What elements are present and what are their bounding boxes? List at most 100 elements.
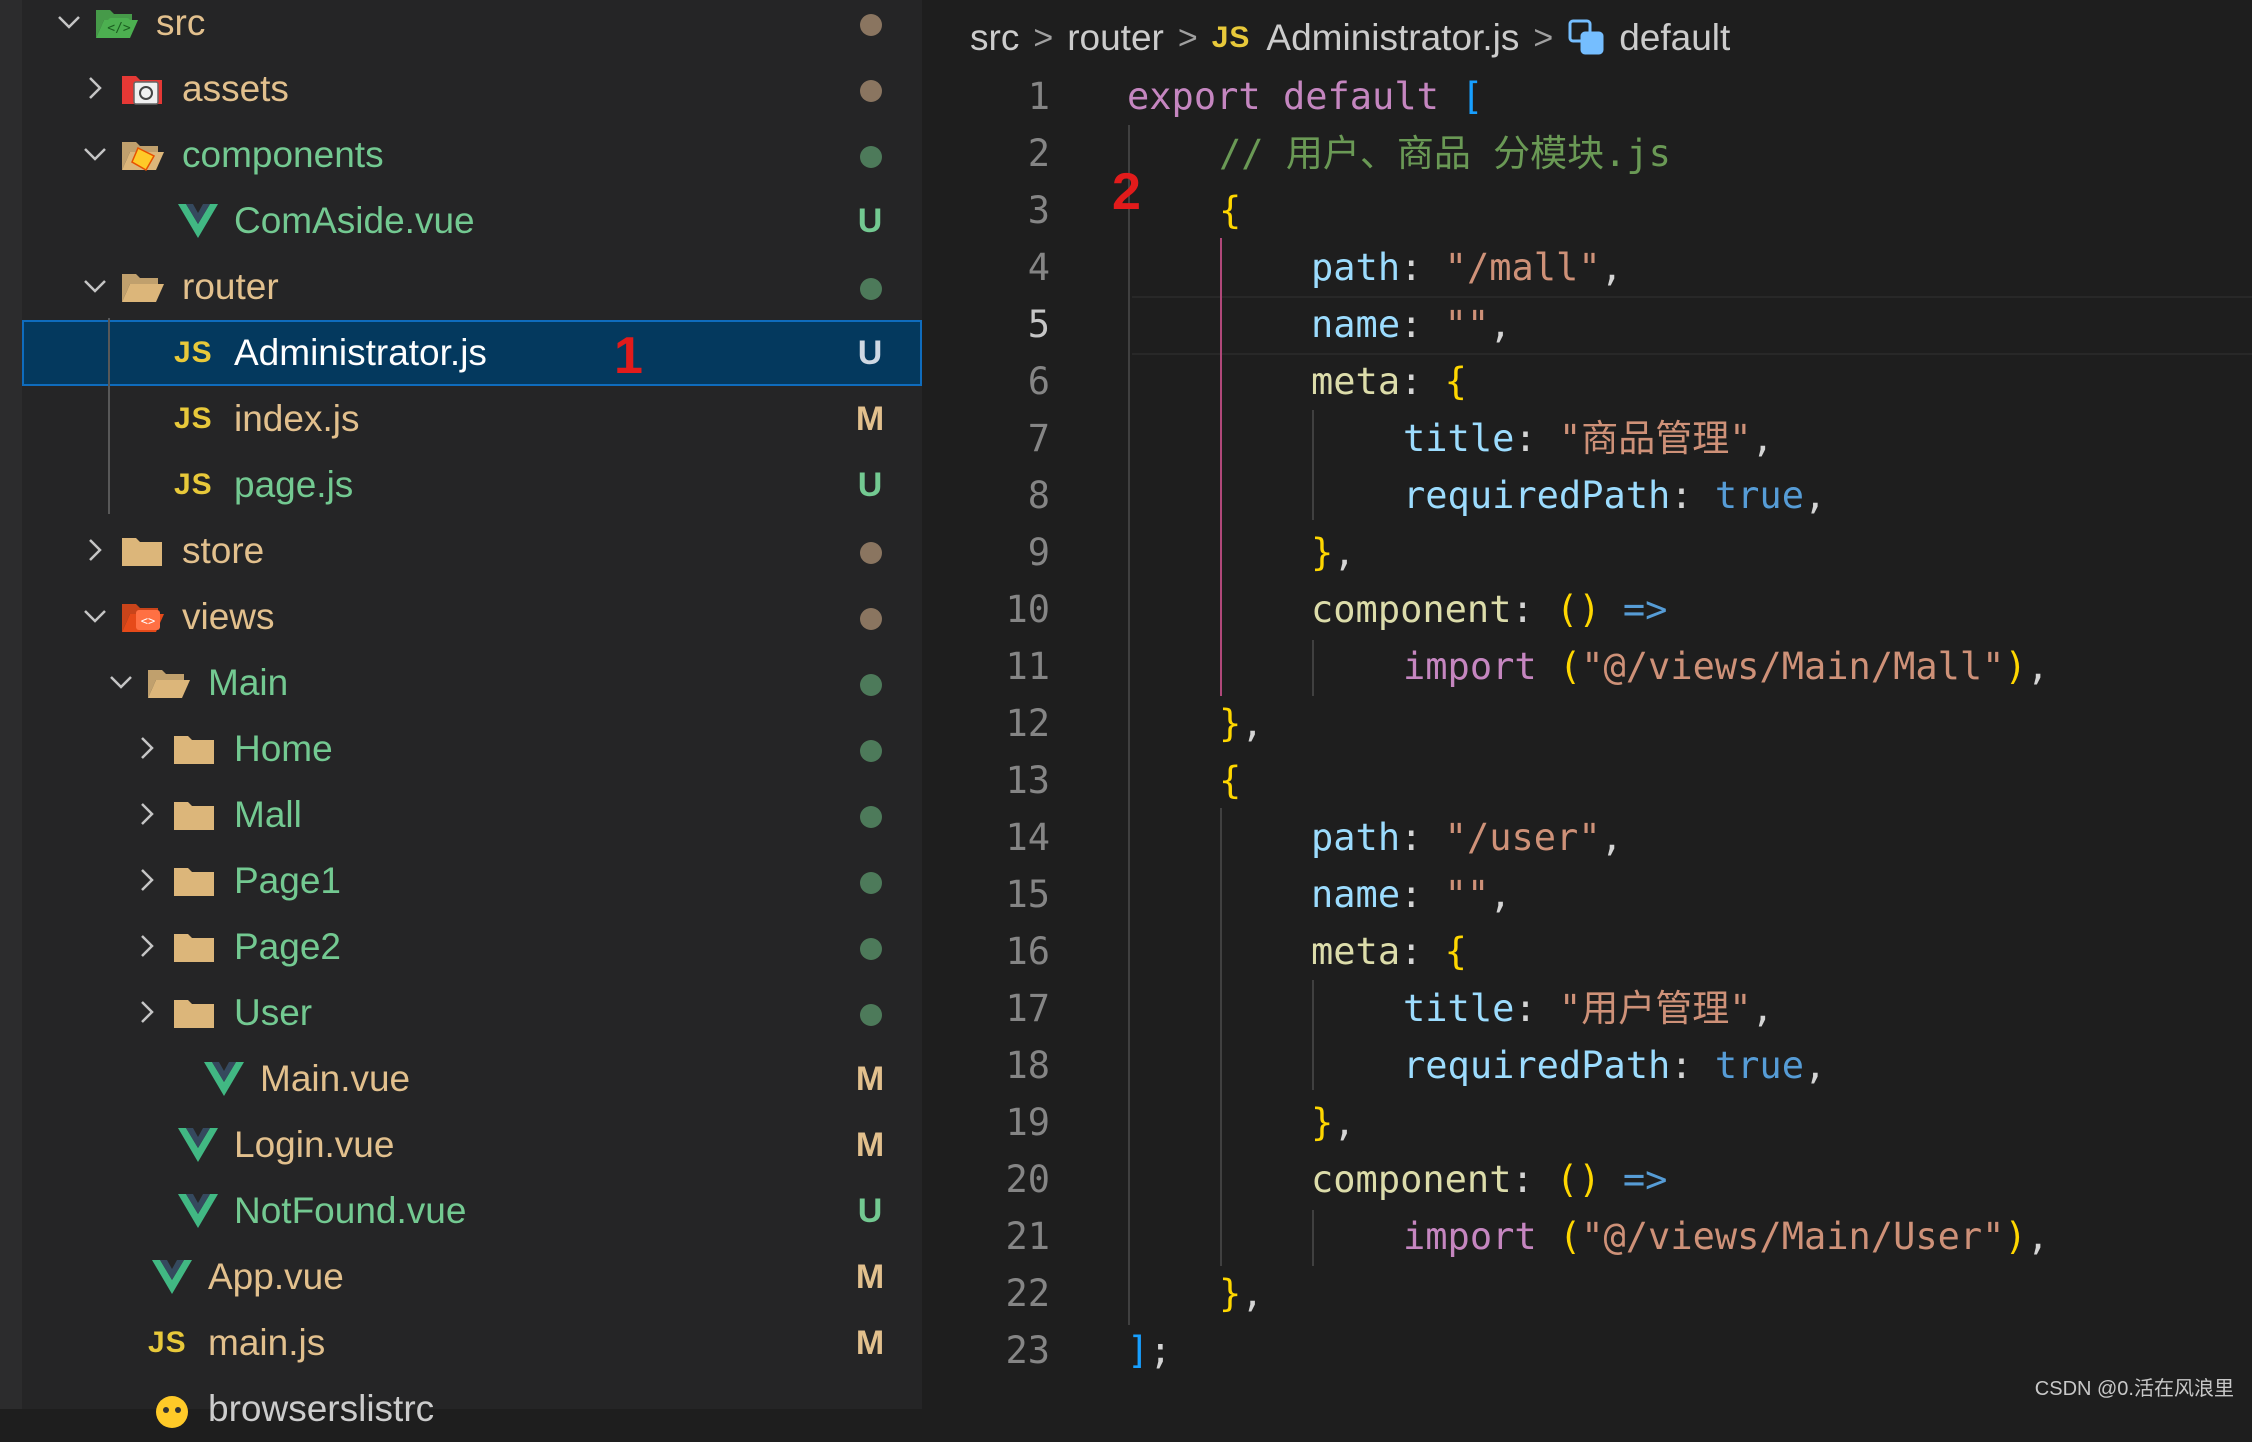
code-text: component: () =>: [1311, 588, 1668, 631]
tree-item-home[interactable]: Home: [22, 716, 922, 782]
code-line-18[interactable]: 18 requiredPath: true,: [922, 1037, 2252, 1094]
line-number: 17: [1005, 987, 1050, 1030]
git-status-badge: U: [857, 466, 883, 504]
tree-item-main-vue[interactable]: Main.vue M: [22, 1046, 922, 1112]
chevron-down-icon[interactable]: [54, 4, 84, 40]
code-text: ];: [1127, 1329, 1172, 1372]
folder-views-icon: <>: [120, 598, 168, 636]
code-line-4[interactable]: 4 path: "/mall",: [922, 239, 2252, 296]
git-status-badge: M: [855, 1324, 885, 1362]
code-line-14[interactable]: 14 path: "/user",: [922, 809, 2252, 866]
code-line-5[interactable]: 5 name: "",: [922, 296, 2252, 353]
breadcrumb-file[interactable]: Administrator.js: [1266, 17, 1519, 59]
code-line-15[interactable]: 15 name: "",: [922, 866, 2252, 923]
explorer-sidebar: </> src assets components ComAside.vue Uroute…: [0, 0, 922, 1429]
line-number: 4: [1027, 246, 1050, 289]
tree-item-main[interactable]: Main: [22, 650, 922, 716]
line-number: 12: [1005, 702, 1050, 745]
code-text: meta: {: [1311, 930, 1467, 973]
code-line-20[interactable]: 20 component: () =>: [922, 1151, 2252, 1208]
code-line-7[interactable]: 7 title: "商品管理",: [922, 410, 2252, 467]
code-line-3[interactable]: 3{: [922, 182, 2252, 239]
tree-item-page2[interactable]: Page2: [22, 914, 922, 980]
chevron-right-icon[interactable]: [132, 730, 162, 766]
tree-item-main-js[interactable]: JS main.js M: [22, 1310, 922, 1376]
vue-file-icon: [174, 202, 222, 240]
tree-item-store[interactable]: store: [22, 518, 922, 584]
tree-item-label: assets: [182, 68, 289, 109]
breadcrumb: src > router > JS Administrator.js > def…: [970, 10, 1730, 66]
line-number: 23: [1005, 1329, 1050, 1372]
tree-item-views[interactable]: <> views: [22, 584, 922, 650]
git-status-dot: [860, 872, 882, 894]
chevron-right-icon[interactable]: [132, 928, 162, 964]
line-number: 15: [1005, 873, 1050, 916]
line-number: 10: [1005, 588, 1050, 631]
tree-item-src[interactable]: </> src: [22, 0, 922, 56]
code-text: meta: {: [1311, 360, 1467, 403]
code-line-6[interactable]: 6 meta: {: [922, 353, 2252, 410]
code-text: {: [1219, 189, 1242, 232]
chevron-down-icon[interactable]: [106, 664, 136, 700]
code-text: component: () =>: [1311, 1158, 1668, 1201]
folder-icon: [120, 532, 168, 570]
breadcrumb-router[interactable]: router: [1067, 17, 1164, 59]
tree-item-login-vue[interactable]: Login.vue M: [22, 1112, 922, 1178]
code-text: name: "",: [1311, 303, 1512, 346]
breadcrumb-src[interactable]: src: [970, 17, 1019, 59]
tree-item-label: App.vue: [208, 1256, 344, 1297]
code-line-11[interactable]: 11 import ("@/views/Main/Mall"),: [922, 638, 2252, 695]
breadcrumb-symbol[interactable]: default: [1619, 17, 1730, 59]
code-line-17[interactable]: 17 title: "用户管理",: [922, 980, 2252, 1037]
code-line-19[interactable]: 19},: [922, 1094, 2252, 1151]
tree-item-label: components: [182, 134, 384, 175]
code-line-22[interactable]: 22},: [922, 1265, 2252, 1322]
tree-item-components[interactable]: components: [22, 122, 922, 188]
tree-item-notfound-vue[interactable]: NotFound.vue U: [22, 1178, 922, 1244]
code-editor[interactable]: src > router > JS Administrator.js > def…: [922, 0, 2252, 1409]
tree-item-label: Page2: [234, 926, 341, 967]
tree-item-label: page.js: [234, 464, 354, 505]
code-line-10[interactable]: 10 component: () =>: [922, 581, 2252, 638]
folder-components-icon: [120, 136, 168, 174]
chevron-right-icon[interactable]: [132, 862, 162, 898]
tree-item-router[interactable]: router: [22, 254, 922, 320]
code-text: title: "用户管理",: [1403, 987, 1774, 1030]
tree-item-user[interactable]: User: [22, 980, 922, 1046]
folder-assets-icon: [120, 70, 168, 108]
tree-item-assets[interactable]: assets: [22, 56, 922, 122]
code-line-16[interactable]: 16 meta: {: [922, 923, 2252, 980]
chevron-right-icon[interactable]: [80, 70, 110, 106]
line-number: 14: [1005, 816, 1050, 859]
line-number: 8: [1027, 474, 1050, 517]
tree-item-page-js[interactable]: JS page.js U: [22, 452, 922, 518]
folder-src-icon: </>: [94, 4, 142, 42]
tree-item-mall[interactable]: Mall: [22, 782, 922, 848]
tree-item-index-js[interactable]: JS index.js M: [22, 386, 922, 452]
code-line-12[interactable]: 12},: [922, 695, 2252, 752]
chevron-right-icon[interactable]: [132, 994, 162, 1030]
chevron-down-icon[interactable]: [80, 268, 110, 304]
tree-item-page1[interactable]: Page1: [22, 848, 922, 914]
code-line-8[interactable]: 8 requiredPath: true,: [922, 467, 2252, 524]
chevron-down-icon[interactable]: [80, 136, 110, 172]
code-line-23[interactable]: 23];: [922, 1322, 2252, 1379]
code-line-1[interactable]: 1 export default [: [922, 68, 2252, 125]
tree-item-browserslistrc[interactable]: browserslistrc: [22, 1376, 922, 1442]
tree-item-administrator-js[interactable]: JS Administrator.js U: [22, 320, 922, 386]
code-line-2[interactable]: 2 // 用户、商品 分模块.js: [922, 125, 2252, 182]
js-file-icon: JS: [174, 402, 213, 435]
git-status-dot: [860, 938, 882, 960]
line-number: 20: [1005, 1158, 1050, 1201]
tree-item-comaside-vue[interactable]: ComAside.vue U: [22, 188, 922, 254]
code-line-21[interactable]: 21 import ("@/views/Main/User"),: [922, 1208, 2252, 1265]
chevron-down-icon[interactable]: [80, 598, 110, 634]
code-text: },: [1311, 531, 1356, 574]
chevron-right-icon[interactable]: [132, 796, 162, 832]
tree-item-label: Page1: [234, 860, 341, 901]
tree-item-app-vue[interactable]: App.vue M: [22, 1244, 922, 1310]
chevron-right-icon[interactable]: [80, 532, 110, 568]
code-line-13[interactable]: 13 {: [922, 752, 2252, 809]
git-status-dot: [860, 674, 882, 696]
code-line-9[interactable]: 9},: [922, 524, 2252, 581]
